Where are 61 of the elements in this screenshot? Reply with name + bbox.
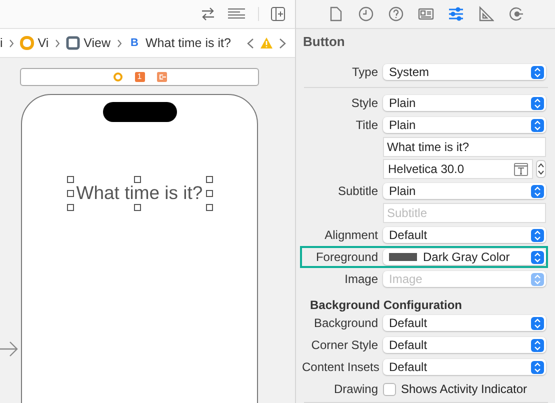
popup-button[interactable]: Default	[383, 315, 546, 332]
chevron-right-icon[interactable]	[278, 38, 286, 48]
stepper-icon	[531, 184, 544, 198]
chevron-left-icon[interactable]	[246, 38, 254, 48]
checkbox-label: Shows Activity Indicator	[401, 382, 528, 396]
inspector-tab[interactable]	[358, 6, 374, 22]
inspector-tab[interactable]	[448, 6, 464, 22]
inspector-tab[interactable]	[418, 6, 434, 22]
stepper-icon	[531, 272, 544, 286]
inspector-tab[interactable]	[388, 6, 404, 22]
breadcrumb-item[interactable]: B What time is it?	[128, 36, 231, 50]
stepper-icon	[531, 360, 544, 374]
breadcrumb-item[interactable]: i	[0, 36, 3, 50]
popup-button[interactable]: Default	[383, 337, 546, 354]
row-label: Content Insets	[302, 360, 380, 374]
font-field[interactable]: Helvetica 30.0	[383, 159, 533, 180]
row-label: Alignment	[324, 228, 379, 242]
add-editor-icon[interactable]	[271, 7, 285, 21]
row-label: Drawing	[332, 382, 379, 396]
breadcrumb-item[interactable]: Vi	[20, 36, 49, 50]
popup-button[interactable]: System	[383, 64, 546, 80]
checkbox[interactable]	[383, 382, 396, 396]
font-picker-icon[interactable]	[514, 162, 528, 176]
chevron-icon	[54, 38, 60, 48]
row-label: Type	[350, 65, 379, 80]
row-label: Title	[354, 118, 379, 132]
row-label: Background	[312, 316, 379, 330]
lines-icon[interactable]	[228, 8, 246, 20]
popup-button[interactable]: Plain	[383, 117, 546, 134]
resize-handle[interactable]	[134, 204, 140, 211]
square-icon	[66, 36, 80, 50]
row-label: Subtitle	[336, 184, 379, 198]
section-title: Button	[302, 33, 346, 52]
chevron-icon	[116, 38, 122, 48]
row-label: Foreground	[314, 250, 379, 264]
swap-arrows-icon[interactable]	[200, 7, 216, 21]
stepper-icon	[531, 316, 544, 330]
popup-button[interactable]: Plain	[383, 183, 546, 200]
inspector-tab[interactable]	[328, 6, 344, 22]
stepper-icon	[531, 250, 544, 264]
popup-button[interactable]: Default	[383, 227, 546, 244]
stepper-icon	[531, 118, 544, 132]
breadcrumb-item[interactable]: View	[66, 36, 111, 50]
inspector-tab[interactable]	[478, 6, 494, 22]
inspector-tab[interactable]	[508, 6, 524, 22]
row-label: Style	[350, 96, 379, 110]
stepper-icon	[531, 338, 544, 352]
resize-handle[interactable]	[134, 176, 140, 183]
stepper-icon[interactable]	[536, 160, 546, 178]
popup-button[interactable]: Default	[383, 359, 546, 376]
section-heading: Background Configuration	[309, 297, 463, 312]
button-title[interactable]: What time is it?	[74, 182, 206, 204]
popup-button[interactable]: Plain	[383, 95, 546, 112]
entry-arrow-icon	[0, 341, 18, 357]
stepper-icon	[531, 228, 544, 242]
stepper-icon	[531, 66, 544, 79]
row-label: Corner Style	[310, 338, 379, 352]
popup-button[interactable]: Dark Gray Color	[383, 249, 546, 266]
chevron-icon	[8, 38, 14, 48]
row-label: Image	[344, 272, 379, 286]
stepper-icon	[531, 96, 544, 110]
